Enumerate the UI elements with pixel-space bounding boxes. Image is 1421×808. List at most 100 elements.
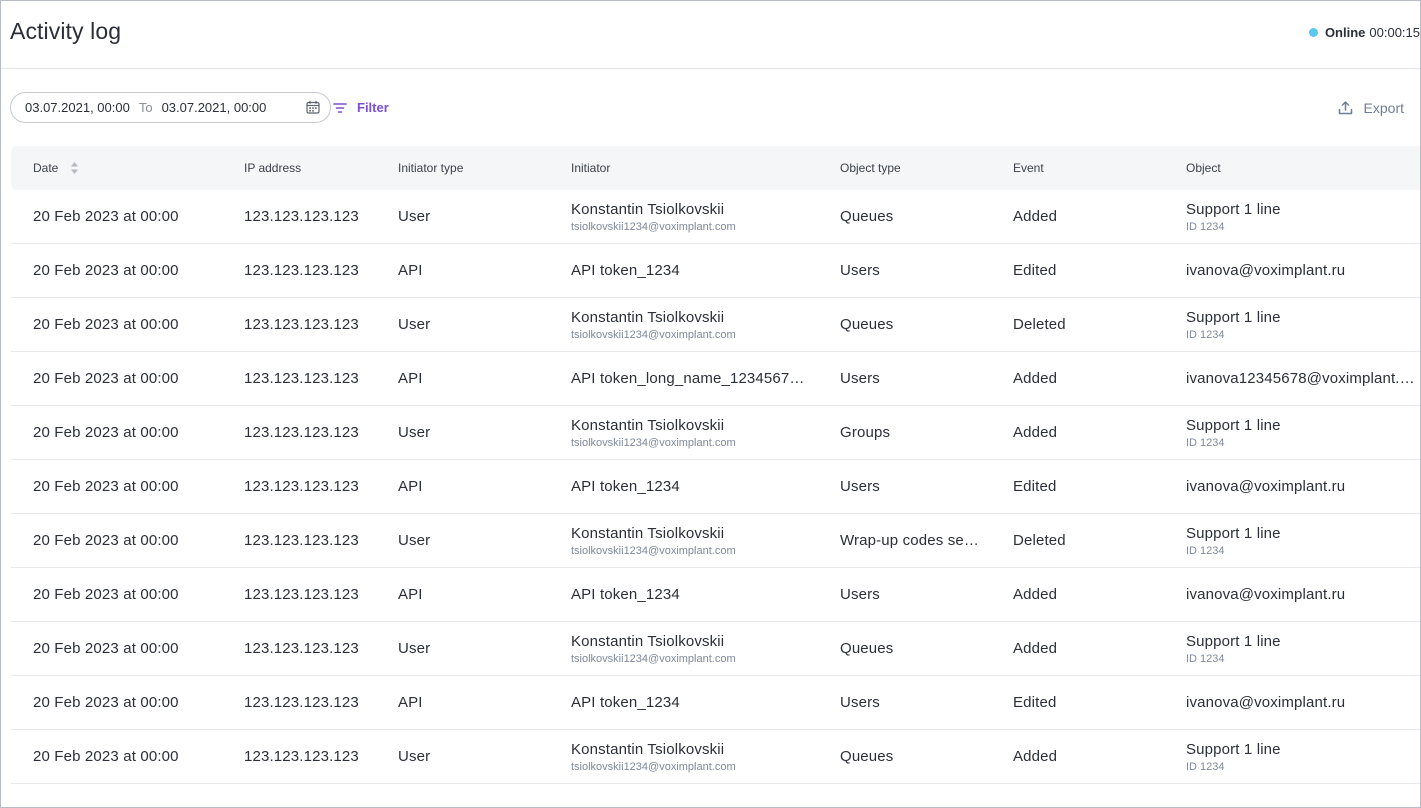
cell-ip-address-value: 123.123.123.123 xyxy=(244,316,359,333)
cell-initiator: Konstantin Tsiolkovskii tsiolkovskii1234@… xyxy=(571,622,811,675)
cell-ip-address-value: 123.123.123.123 xyxy=(244,370,359,387)
page-title: Activity log xyxy=(10,18,122,44)
cell-initiator: API token_1234 xyxy=(571,568,811,621)
cell-initiator-type-value: User xyxy=(398,748,431,765)
cell-object-value: ivanova@voximplant.ru xyxy=(1186,586,1346,603)
cell-ip-address-value: 123.123.123.123 xyxy=(244,424,359,441)
page-header: Activity log Online 00:00:15 xyxy=(1,1,1420,69)
cell-object-subtext: ID 1234 xyxy=(1186,436,1225,449)
cell-event-value: Edited xyxy=(1013,694,1057,711)
calendar-icon[interactable] xyxy=(306,100,320,114)
cell-object-type: Users xyxy=(840,460,986,513)
online-status[interactable]: Online 00:00:15 xyxy=(1308,25,1420,40)
cell-object: ivanova@voximplant.ru xyxy=(1186,676,1420,729)
cell-ip-address-value: 123.123.123.123 xyxy=(244,640,359,657)
cell-object-type-value: Users xyxy=(840,694,880,711)
sort-icon[interactable] xyxy=(70,161,79,175)
cell-ip-address: 123.123.123.123 xyxy=(244,514,389,567)
cell-event-value: Added xyxy=(1013,424,1058,441)
cell-initiator: API token_1234 xyxy=(571,244,811,297)
table-row[interactable]: 20 Feb 2023 at 00:00 123.123.123.123 User K… xyxy=(11,190,1420,244)
cell-object-type-value: Groups xyxy=(840,424,891,441)
cell-event-value: Added xyxy=(1013,208,1058,225)
cell-initiator-value: Konstantin Tsiolkovskii xyxy=(571,308,725,326)
cell-initiator: Konstantin Tsiolkovskii tsiolkovskii1234@… xyxy=(571,730,811,783)
status-label: Online xyxy=(1324,25,1366,40)
cell-date: 20 Feb 2023 at 00:00 xyxy=(33,352,233,405)
table-row[interactable]: 20 Feb 2023 at 00:00 123.123.123.123 API AP… xyxy=(11,244,1420,298)
cell-object-value: Support 1 line xyxy=(1186,308,1281,326)
cell-ip-address: 123.123.123.123 xyxy=(244,190,389,243)
cell-object-value: Support 1 line xyxy=(1186,632,1281,650)
cell-initiator-type: User xyxy=(398,190,558,243)
cell-object-type: Users xyxy=(840,352,986,405)
cell-ip-address-value: 123.123.123.123 xyxy=(244,586,359,603)
cell-object-type-value: Queues xyxy=(840,316,894,333)
cell-initiator: Konstantin Tsiolkovskii tsiolkovskii1234@… xyxy=(571,514,811,567)
cell-object-subtext: ID 1234 xyxy=(1186,760,1225,773)
cell-object-subtext: ID 1234 xyxy=(1186,220,1225,233)
table-row[interactable]: 20 Feb 2023 at 00:00 123.123.123.123 User K… xyxy=(11,514,1420,568)
cell-ip-address: 123.123.123.123 xyxy=(244,298,389,351)
cell-event-value: Added xyxy=(1013,370,1058,387)
cell-object-type-value: Queues xyxy=(840,208,894,225)
table-row[interactable]: 20 Feb 2023 at 00:00 123.123.123.123 API AP… xyxy=(11,352,1420,406)
date-from[interactable]: 03.07.2021, 00:00 xyxy=(25,100,130,115)
cell-ip-address: 123.123.123.123 xyxy=(244,460,389,513)
cell-ip-address: 123.123.123.123 xyxy=(244,568,389,621)
cell-event: Added xyxy=(1013,406,1173,459)
table-row[interactable]: 20 Feb 2023 at 00:00 123.123.123.123 API AP… xyxy=(11,460,1420,514)
table-row[interactable]: 20 Feb 2023 at 00:00 123.123.123.123 API AP… xyxy=(11,568,1420,622)
filter-label: Filter xyxy=(357,100,389,115)
table-row[interactable]: 20 Feb 2023 at 00:00 123.123.123.123 User K… xyxy=(11,622,1420,676)
cell-initiator-type: API xyxy=(398,568,558,621)
table-body: 20 Feb 2023 at 00:00 123.123.123.123 User K… xyxy=(11,190,1420,784)
cell-object-type-value: Queues xyxy=(840,640,894,657)
column-header-date[interactable]: Date xyxy=(33,146,233,190)
cell-date-value: 20 Feb 2023 at 00:00 xyxy=(33,694,179,711)
cell-initiator-type: User xyxy=(398,406,558,459)
cell-event: Edited xyxy=(1013,244,1173,297)
cell-event-value: Added xyxy=(1013,586,1058,603)
cell-date: 20 Feb 2023 at 00:00 xyxy=(33,730,233,783)
cell-object-type-value: Users xyxy=(840,262,880,279)
cell-initiator-type: User xyxy=(398,298,558,351)
cell-initiator-type-value: API xyxy=(398,262,423,279)
cell-date: 20 Feb 2023 at 00:00 xyxy=(33,298,233,351)
cell-object-type-value: Users xyxy=(840,370,880,387)
cell-event: Edited xyxy=(1013,676,1173,729)
column-header-initiator-type: Initiator type xyxy=(398,161,464,175)
cell-ip-address: 123.123.123.123 xyxy=(244,244,389,297)
cell-ip-address: 123.123.123.123 xyxy=(244,730,389,783)
cell-initiator-value: API token_1234 xyxy=(571,694,680,711)
cell-date: 20 Feb 2023 at 00:00 xyxy=(33,244,233,297)
column-header-initiator: Initiator xyxy=(571,161,611,175)
upload-icon xyxy=(1338,101,1352,115)
cell-initiator-type-value: User xyxy=(398,424,431,441)
cell-event-value: Added xyxy=(1013,748,1058,765)
cell-ip-address: 123.123.123.123 xyxy=(244,406,389,459)
cell-object-value: Support 1 line xyxy=(1186,200,1281,218)
table-row[interactable]: 20 Feb 2023 at 00:00 123.123.123.123 User K… xyxy=(11,298,1420,352)
cell-object: Support 1 line ID 1234 xyxy=(1186,406,1420,459)
cell-initiator: Konstantin Tsiolkovskii tsiolkovskii1234@… xyxy=(571,298,811,351)
cell-object-type: Queues xyxy=(840,298,986,351)
cell-object: ivanova@voximplant.ru xyxy=(1186,460,1420,513)
cell-date: 20 Feb 2023 at 00:00 xyxy=(33,676,233,729)
cell-initiator-value: Konstantin Tsiolkovskii xyxy=(571,632,725,650)
cell-ip-address-value: 123.123.123.123 xyxy=(244,478,359,495)
activity-log-page: Activity log Online 00:00:15 03.07.2021,… xyxy=(0,0,1421,808)
table-row[interactable]: 20 Feb 2023 at 00:00 123.123.123.123 User K… xyxy=(11,730,1420,784)
cell-initiator-subtext: tsiolkovskii1234@voximplant.com xyxy=(571,760,736,773)
cell-initiator-subtext: tsiolkovskii1234@voximplant.com xyxy=(571,328,736,341)
cell-date-value: 20 Feb 2023 at 00:00 xyxy=(33,424,179,441)
date-range-picker[interactable]: 03.07.2021, 00:00 To 03.07.2021, 00:00 xyxy=(10,92,331,123)
export-button[interactable]: Export xyxy=(1338,92,1404,123)
table-row[interactable]: 20 Feb 2023 at 00:00 123.123.123.123 User K… xyxy=(11,406,1420,460)
filter-button[interactable]: Filter xyxy=(333,92,389,123)
cell-event-value: Edited xyxy=(1013,262,1057,279)
cell-event-value: Deleted xyxy=(1013,316,1066,333)
table-row[interactable]: 20 Feb 2023 at 00:00 123.123.123.123 API AP… xyxy=(11,676,1420,730)
date-to[interactable]: 03.07.2021, 00:00 xyxy=(162,100,267,115)
cell-date-value: 20 Feb 2023 at 00:00 xyxy=(33,586,179,603)
